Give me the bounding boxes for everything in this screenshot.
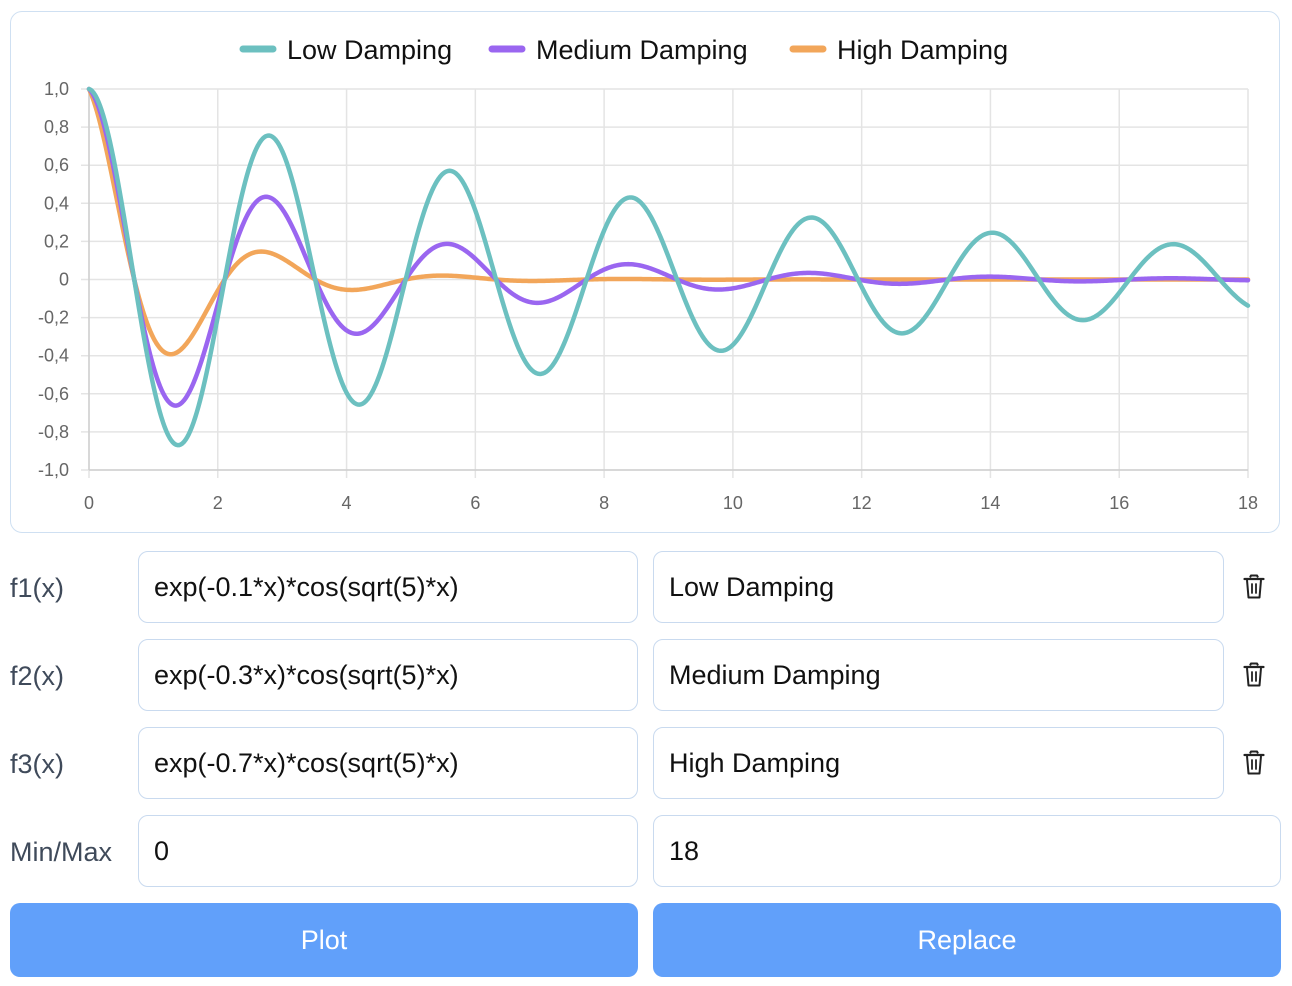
row-label-f2: f2(x)	[10, 661, 64, 691]
trash-icon	[1243, 574, 1265, 599]
plot-button[interactable]: Plot	[10, 903, 638, 977]
series-line-low-damping	[86, 86, 1251, 448]
expression-input-f2[interactable]	[138, 639, 638, 711]
replace-button[interactable]: Replace	[653, 903, 1281, 977]
x-tick-label: 4	[342, 493, 352, 513]
row-label-f1: f1(x)	[10, 573, 64, 603]
y-tick-label: -1,0	[38, 460, 69, 480]
chart-card: 1,0 0,8 0,6 0,4 0,2 0 -0,2 -0,4 -0,6 -0,8 -1,0 0 2 4 6…	[10, 11, 1280, 533]
delete-row-button-f1[interactable]	[1240, 571, 1268, 603]
y-tick-label: -0,8	[38, 422, 69, 442]
x-tick-label: 18	[1238, 493, 1258, 513]
range-min-input[interactable]	[138, 815, 638, 887]
y-tick-label: -0,2	[38, 308, 69, 328]
x-tick-label: 2	[213, 493, 223, 513]
range-label: Min/Max	[10, 837, 113, 867]
x-tick-label: 14	[980, 493, 1000, 513]
range-max-input[interactable]	[653, 815, 1281, 887]
series-name-input-f2[interactable]	[653, 639, 1224, 711]
y-tick-label: 1,0	[44, 79, 69, 99]
y-tick-label: -0,4	[38, 346, 69, 366]
y-tick-label: 0,6	[44, 155, 69, 175]
delete-row-button-f2[interactable]	[1240, 659, 1268, 691]
series-name-input-f1[interactable]	[653, 551, 1224, 623]
x-tick-label: 10	[723, 493, 743, 513]
y-tick-label: -0,6	[38, 384, 69, 404]
y-tick-label: 0,4	[44, 193, 69, 213]
legend-label: Low Damping	[287, 35, 452, 65]
series-name-input-f3[interactable]	[653, 727, 1224, 799]
trash-icon	[1243, 662, 1265, 687]
x-tick-label: 12	[852, 493, 872, 513]
y-tick-label: 0,8	[44, 117, 69, 137]
x-tick-label: 8	[599, 493, 609, 513]
row-label-f3: f3(x)	[10, 749, 64, 779]
y-tick-label: 0	[59, 270, 69, 290]
trash-icon	[1243, 750, 1265, 775]
x-tick-label: 16	[1109, 493, 1129, 513]
expression-input-f3[interactable]	[138, 727, 638, 799]
legend-label: Medium Damping	[536, 35, 748, 65]
x-tick-label: 0	[84, 493, 94, 513]
damping-chart: 1,0 0,8 0,6 0,4 0,2 0 -0,2 -0,4 -0,6 -0,8 -1,0 0 2 4 6…	[38, 35, 1258, 513]
x-tick-label: 6	[470, 493, 480, 513]
delete-row-button-f3[interactable]	[1240, 747, 1268, 779]
y-tick-label: 0,2	[44, 231, 69, 251]
series-line-high-damping	[86, 86, 1251, 357]
legend-label: High Damping	[837, 35, 1008, 65]
expression-input-f1[interactable]	[138, 551, 638, 623]
